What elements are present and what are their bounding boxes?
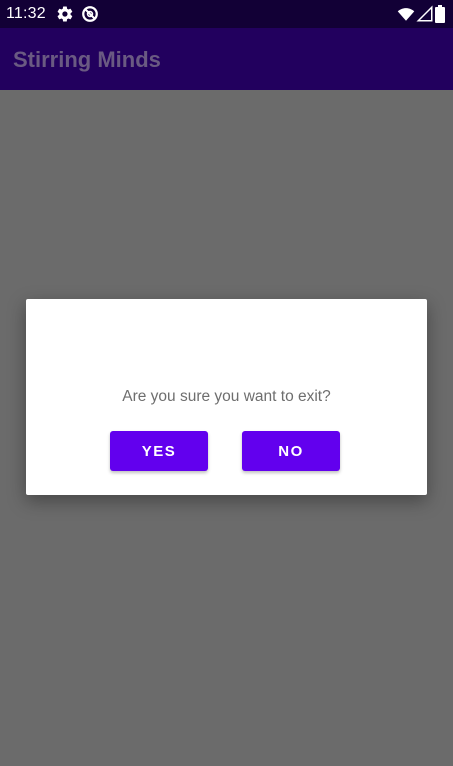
dialog-message: Are you sure you want to exit? xyxy=(122,388,331,405)
yes-button[interactable]: YES xyxy=(110,431,208,471)
app-title: Stirring Minds xyxy=(13,47,161,72)
no-button[interactable]: NO xyxy=(242,431,340,471)
exit-dialog: Are you sure you want to exit? YES NO xyxy=(26,299,427,495)
status-time: 11:32 xyxy=(6,5,46,22)
battery-icon xyxy=(434,5,446,23)
gear-icon xyxy=(56,5,74,23)
app-bar: Stirring Minds xyxy=(0,28,453,90)
wifi-icon xyxy=(397,5,415,23)
blocked-icon xyxy=(81,5,99,23)
status-bar: 11:32 xyxy=(0,0,453,28)
signal-icon xyxy=(416,5,434,23)
